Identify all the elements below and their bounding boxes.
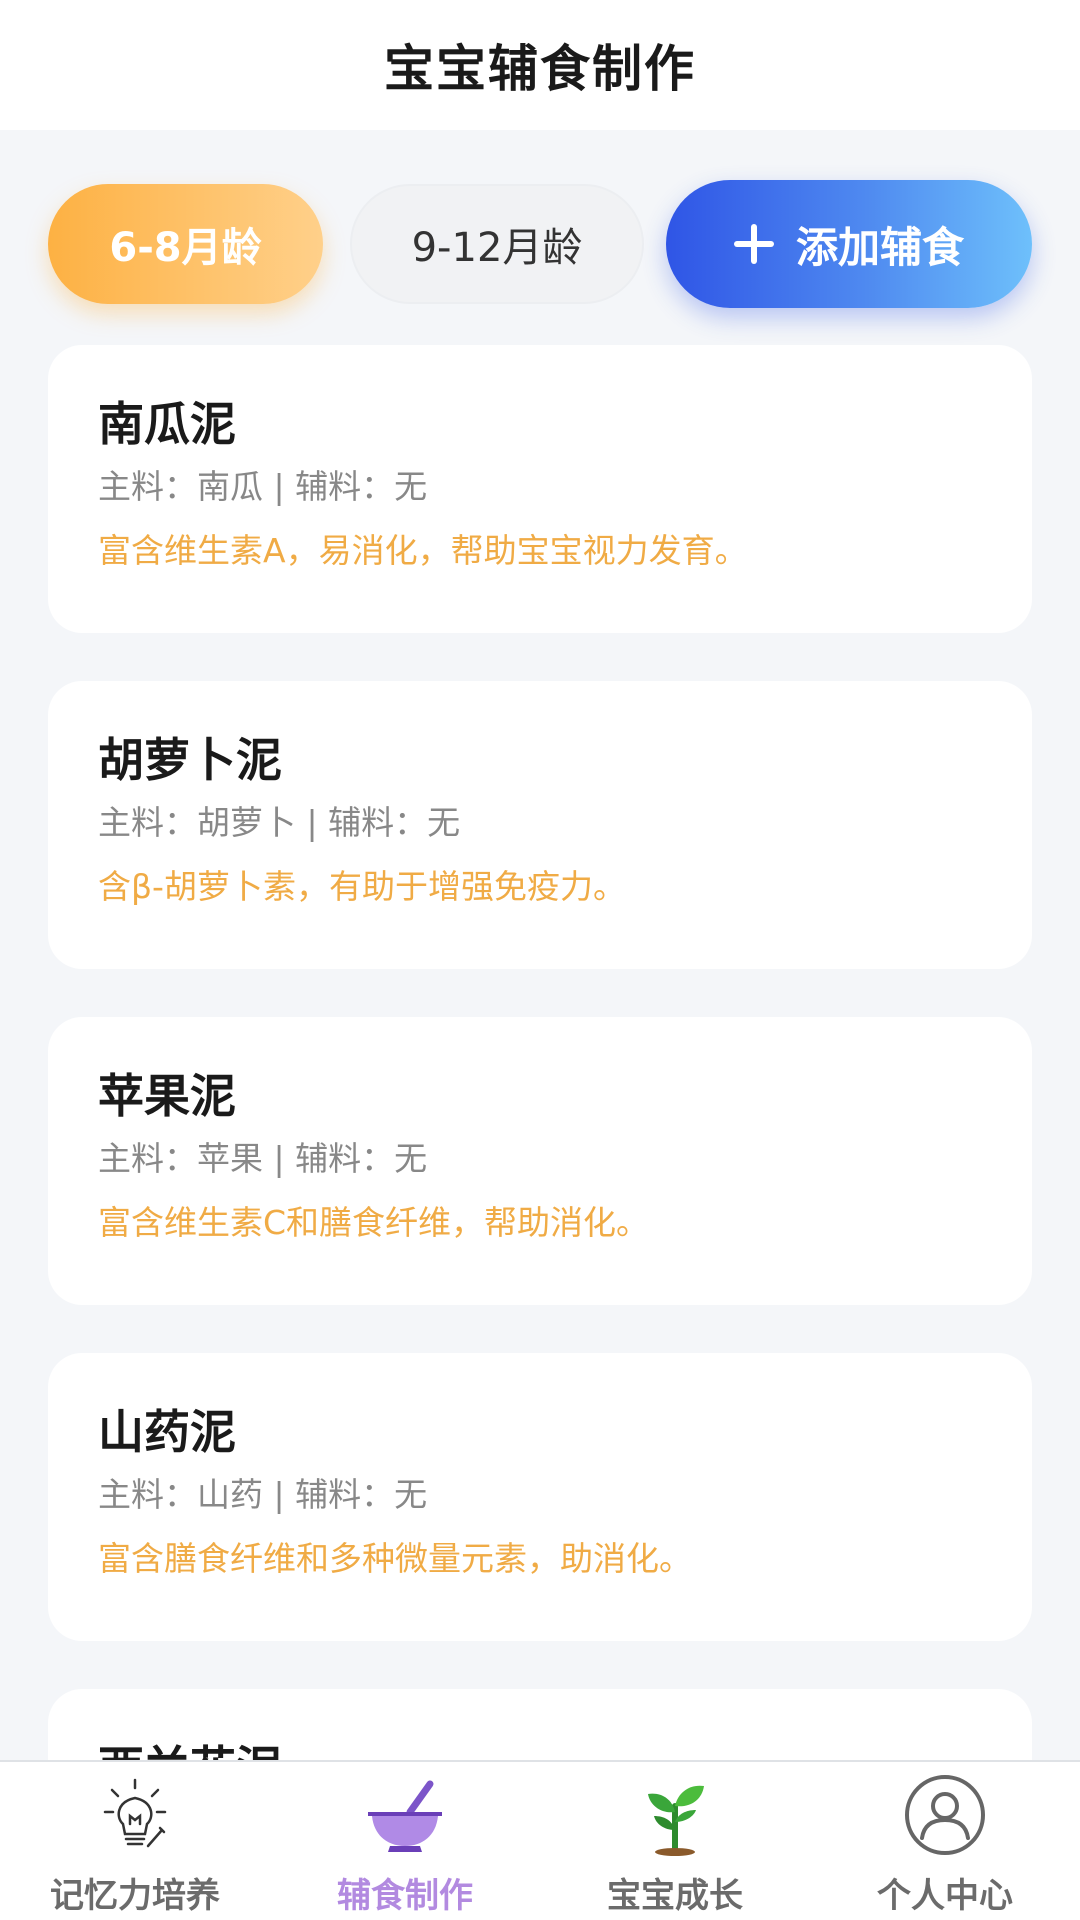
nav-label-food: 辅食制作 xyxy=(337,1876,473,1916)
recipe-card[interactable]: 山药泥 主料：山药 | 辅料：无 富含膳食纤维和多种微量元素，助消化。 xyxy=(48,1353,1032,1641)
recipe-ingredients: 主料：胡萝卜 | 辅料：无 xyxy=(98,803,461,842)
plus-icon xyxy=(733,224,774,264)
recipe-ingredients: 主料：南瓜 | 辅料：无 xyxy=(98,467,428,506)
bottom-nav: 记忆力培养 辅食制作 宝宝成长 个人中心 xyxy=(0,1760,1080,1920)
recipe-name: 山药泥 xyxy=(98,1405,236,1459)
nav-item-profile[interactable]: 个人中心 xyxy=(810,1762,1080,1920)
recipe-description: 富含维生素A，易消化，帮助宝宝视力发育。 xyxy=(98,531,748,570)
recipe-description: 含β-胡萝卜素，有助于增强免疫力。 xyxy=(98,867,626,906)
mortar-pestle-icon xyxy=(368,1780,442,1852)
age-filter-row: 6-8月龄 9-12月龄 添加辅食 xyxy=(0,180,1080,310)
nav-item-growth[interactable]: 宝宝成长 xyxy=(540,1762,810,1920)
add-food-button[interactable]: 添加辅食 xyxy=(666,180,1032,308)
recipe-ingredients: 主料：山药 | 辅料：无 xyxy=(98,1475,428,1514)
sprout-icon xyxy=(648,1785,704,1856)
page-title: 宝宝辅食制作 xyxy=(384,40,696,98)
lightbulb-icon xyxy=(103,1778,167,1848)
nav-label-memory: 记忆力培养 xyxy=(50,1876,220,1916)
filter-chip-6-8-months[interactable]: 6-8月龄 xyxy=(48,184,323,304)
recipe-name: 胡萝卜泥 xyxy=(98,733,282,787)
recipe-description: 富含膳食纤维和多种微量元素，助消化。 xyxy=(98,1539,692,1578)
recipe-description: 富含维生素C和膳食纤维，帮助消化。 xyxy=(98,1203,650,1242)
nav-label-profile: 个人中心 xyxy=(877,1876,1013,1916)
add-food-label: 添加辅食 xyxy=(795,222,964,272)
recipe-name: 南瓜泥 xyxy=(98,397,236,451)
recipe-name: 苹果泥 xyxy=(98,1069,236,1123)
header: 宝宝辅食制作 xyxy=(0,0,1080,130)
recipe-ingredients: 主料：苹果 | 辅料：无 xyxy=(98,1139,428,1178)
nav-item-food[interactable]: 辅食制作 xyxy=(270,1762,540,1920)
user-avatar-icon xyxy=(905,1775,985,1855)
baby-food-page: 宝宝辅食制作 6-8月龄 9-12月龄 添加辅食 南瓜泥 主料：南瓜 | 辅料：… xyxy=(0,0,1080,1920)
recipe-card[interactable]: 南瓜泥 主料：南瓜 | 辅料：无 富含维生素A，易消化，帮助宝宝视力发育。 xyxy=(48,345,1032,633)
recipe-list[interactable]: 南瓜泥 主料：南瓜 | 辅料：无 富含维生素A，易消化，帮助宝宝视力发育。 胡萝… xyxy=(48,345,1032,1760)
filter-chip-9-12-months[interactable]: 9-12月龄 xyxy=(350,184,644,304)
nav-label-growth: 宝宝成长 xyxy=(607,1876,743,1916)
nav-item-memory[interactable]: 记忆力培养 xyxy=(0,1762,270,1920)
recipe-name: 西兰花泥 xyxy=(98,1739,982,1760)
recipe-card[interactable]: 胡萝卜泥 主料：胡萝卜 | 辅料：无 含β-胡萝卜素，有助于增强免疫力。 xyxy=(48,681,1032,969)
recipe-card[interactable]: 苹果泥 主料：苹果 | 辅料：无 富含维生素C和膳食纤维，帮助消化。 xyxy=(48,1017,1032,1305)
recipe-card[interactable]: 西兰花泥 xyxy=(48,1689,1032,1760)
